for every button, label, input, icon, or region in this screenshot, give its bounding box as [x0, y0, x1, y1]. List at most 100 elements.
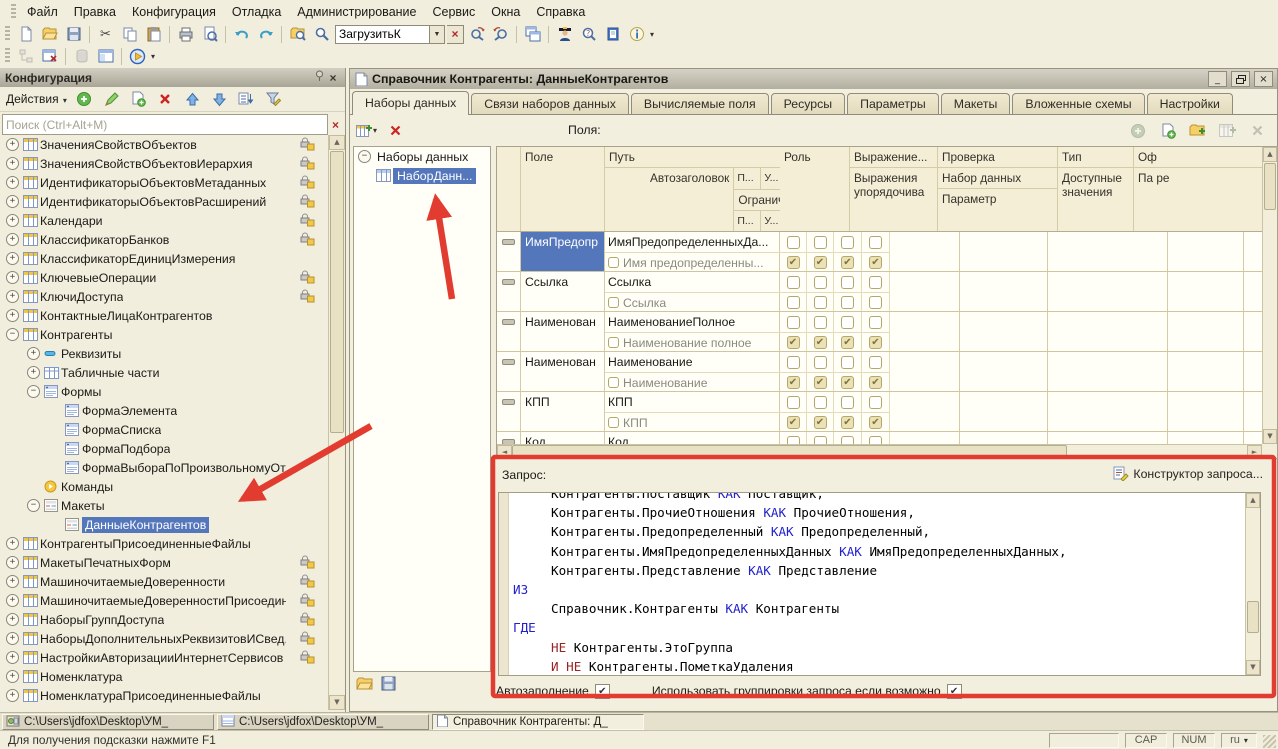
datasets-root[interactable]: − Наборы данных [354, 147, 490, 166]
restriction-checkbox[interactable] [814, 356, 827, 369]
tree-item[interactable]: +МашиночитаемыеДоверенностиПрисоедин... [0, 591, 329, 610]
attribute-restriction-checkbox[interactable]: ✔ [869, 256, 882, 269]
restriction-checkbox[interactable] [869, 276, 882, 289]
redo-icon[interactable] [254, 24, 277, 45]
attribute-restriction-checkbox[interactable]: ✔ [814, 376, 827, 389]
attribute-restriction-checkbox[interactable] [841, 296, 854, 309]
field-row[interactable]: СсылкаСсылкаСсылка [497, 272, 1264, 312]
tree-item[interactable]: +Табличные части [0, 363, 329, 382]
expand-icon[interactable]: + [6, 290, 19, 303]
scroll-down-icon[interactable]: ▼ [1263, 429, 1277, 444]
copy-field-icon[interactable] [1156, 120, 1179, 141]
clear-search-icon[interactable]: × [447, 25, 464, 44]
expand-icon[interactable]: + [6, 651, 19, 664]
query-code[interactable]: Контрагенты.Поставщик КАК Поставщик,Конт… [513, 492, 1242, 675]
restriction-checkbox[interactable] [814, 276, 827, 289]
attribute-restriction-checkbox[interactable]: ✔ [814, 336, 827, 349]
find-previous-icon[interactable] [489, 24, 512, 45]
tab[interactable]: Вложенные схемы [1012, 93, 1144, 114]
field-path-cell[interactable]: НаименованиеПолное [605, 312, 780, 332]
tab[interactable]: Параметры [847, 93, 939, 114]
field-row[interactable]: ИмяПредопрИмяПредопределенныхДа...Имя пр… [497, 232, 1264, 272]
add-group-icon[interactable] [1186, 120, 1209, 141]
scrollbar-thumb[interactable] [1264, 163, 1276, 210]
grouping-checkbox[interactable]: ✔ [947, 684, 962, 699]
undo-icon[interactable] [230, 24, 253, 45]
resize-grip[interactable] [1263, 735, 1276, 748]
title-checkbox[interactable] [608, 297, 619, 308]
attribute-restriction-checkbox[interactable]: ✔ [869, 336, 882, 349]
field-path-cell[interactable]: Ссылка [605, 272, 780, 292]
restriction-checkbox[interactable] [787, 396, 800, 409]
config-search-input[interactable] [2, 114, 328, 135]
tree-item[interactable]: −Макеты [0, 496, 329, 515]
attribute-restriction-checkbox[interactable]: ✔ [869, 376, 882, 389]
restriction-checkbox[interactable] [814, 316, 827, 329]
syntax-check-icon[interactable]: ? [577, 24, 600, 45]
attribute-restriction-checkbox[interactable]: ✔ [841, 336, 854, 349]
tree-item[interactable]: +ИдентификаторыОбъектовМетаданных [0, 173, 329, 192]
menu-item[interactable]: Правка [66, 2, 124, 22]
combo-dropdown-icon[interactable]: ▼ [429, 26, 444, 43]
query-text-editor[interactable]: Контрагенты.Поставщик КАК Поставщик,Конт… [498, 492, 1261, 676]
close-window-icon[interactable] [38, 46, 61, 67]
edit-icon[interactable] [100, 89, 123, 110]
language-indicator[interactable]: ru▾ [1221, 733, 1257, 748]
print-preview-icon[interactable] [198, 24, 221, 45]
close-icon[interactable]: × [1254, 71, 1273, 87]
attribute-restriction-checkbox[interactable]: ✔ [787, 376, 800, 389]
menu-item[interactable]: Справка [528, 2, 593, 22]
taskbar-button[interactable]: C:\Users\jdfox\Desktop\УМ_ [217, 714, 429, 730]
tree-item[interactable]: +ЗначенияСвойствОбъектовИерархия [0, 154, 329, 173]
expand-icon[interactable]: + [6, 309, 19, 322]
expand-icon[interactable]: + [6, 670, 19, 683]
attribute-restriction-checkbox[interactable]: ✔ [869, 416, 882, 429]
attribute-restriction-checkbox[interactable]: ✔ [841, 416, 854, 429]
tree-item[interactable]: ФормаЭлемента [0, 401, 329, 420]
save-icon[interactable] [62, 24, 85, 45]
toolbar-grip[interactable] [5, 48, 10, 64]
sort-list-icon[interactable] [235, 89, 258, 110]
restriction-checkbox[interactable] [787, 276, 800, 289]
database-icon[interactable] [70, 46, 93, 67]
attribute-restriction-checkbox[interactable]: ✔ [787, 336, 800, 349]
tree-item[interactable]: +Календари [0, 211, 329, 230]
menu-item[interactable]: Файл [19, 2, 66, 22]
attribute-restriction-checkbox[interactable] [869, 296, 882, 309]
restriction-checkbox[interactable] [869, 396, 882, 409]
find-next-icon[interactable] [465, 24, 488, 45]
scrollbar-thumb[interactable] [330, 151, 344, 433]
field-name-cell[interactable]: Наименован [521, 352, 605, 391]
copy-icon[interactable] [118, 24, 141, 45]
add-table-icon[interactable] [1216, 120, 1239, 141]
load-dataset-icon[interactable] [356, 676, 373, 694]
tree-item[interactable]: +КлассификаторЕдиницИзмерения [0, 249, 329, 268]
fields-vertical-scrollbar[interactable]: ▲ ▼ [1262, 147, 1277, 444]
field-path-cell[interactable]: КПП [605, 392, 780, 412]
tree-item[interactable]: +НастройкиАвторизацииИнтернетСервисов [0, 648, 329, 667]
restriction-checkbox[interactable] [841, 236, 854, 249]
tree-item[interactable]: +НаборыДополнительныхРеквизитовИСвед... [0, 629, 329, 648]
field-name-cell[interactable]: ИмяПредопр [521, 232, 605, 271]
query-builder-link[interactable]: Конструктор запроса... [1113, 466, 1263, 481]
attribute-restriction-checkbox[interactable]: ✔ [787, 416, 800, 429]
field-row[interactable]: КППКППКПП✔✔✔✔ [497, 392, 1264, 432]
menu-item[interactable]: Конфигурация [124, 2, 224, 22]
tree-item[interactable]: +КлассификаторБанков [0, 230, 329, 249]
scroll-up-icon[interactable]: ▲ [329, 135, 345, 150]
tree-item[interactable]: +КонтактныеЛицаКонтрагентов [0, 306, 329, 325]
tree-item[interactable]: +ИдентификаторыОбъектовРасширений [0, 192, 329, 211]
tab[interactable]: Ресурсы [771, 93, 846, 114]
tree-item[interactable]: +КлючевыеОперации [0, 268, 329, 287]
restriction-checkbox[interactable] [787, 236, 800, 249]
delete-dataset-icon[interactable] [384, 120, 407, 141]
info-icon[interactable] [625, 24, 648, 45]
collapse-icon[interactable]: − [358, 150, 371, 163]
toolbar-grip[interactable] [11, 4, 16, 20]
expand-icon[interactable]: + [6, 176, 19, 189]
restriction-checkbox[interactable] [869, 316, 882, 329]
scroll-up-icon[interactable]: ▲ [1246, 493, 1260, 508]
minimize-icon[interactable]: _ [1208, 71, 1227, 87]
expand-icon[interactable]: + [6, 575, 19, 588]
tree-item[interactable]: ФормаВыбораПоПроизвольномуОт [0, 458, 329, 477]
